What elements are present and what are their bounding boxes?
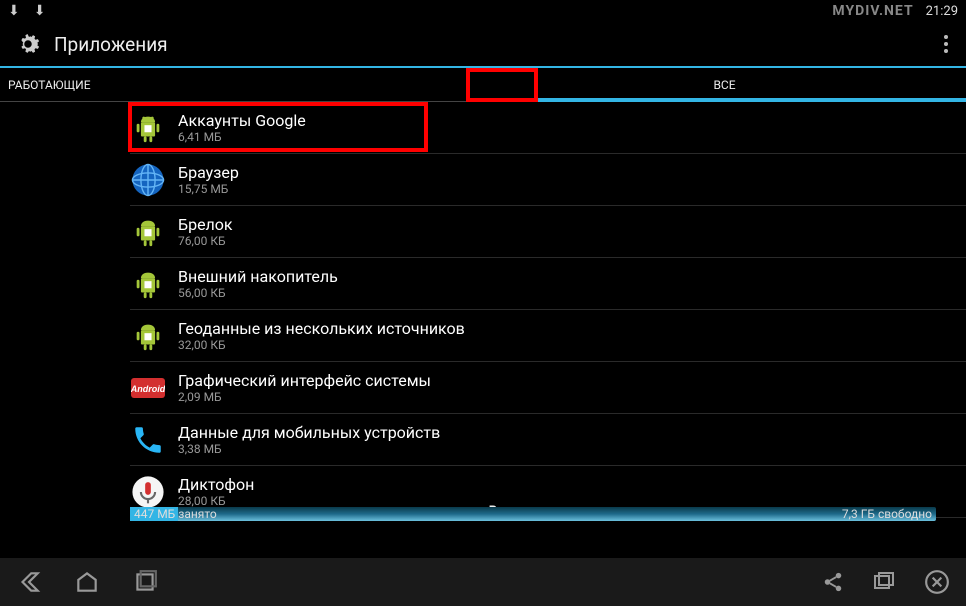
kitkat-app-icon: Android <box>130 370 166 406</box>
app-size: 56,00 КБ <box>178 286 338 300</box>
share-icon[interactable] <box>822 571 844 593</box>
android-app-icon <box>130 110 166 146</box>
recent-apps-icon[interactable] <box>132 569 158 595</box>
app-list[interactable]: Аккаунты Google 6,41 МБ Браузер 15,75 МБ… <box>0 102 966 522</box>
watermark-text: MYDIV.NET <box>832 3 913 19</box>
svg-text:Android: Android <box>131 384 165 394</box>
status-bar: ⬇ ⬇ MYDIV.NET 21:29 <box>0 0 966 22</box>
browser-app-icon <box>130 162 166 198</box>
phone-app-icon <box>130 422 166 458</box>
tab-bar: РАБОТАЮЩИЕ ВСЕ <box>0 68 966 102</box>
android-app-icon <box>130 214 166 250</box>
app-name: Внешний накопитель <box>178 267 338 286</box>
windows-icon[interactable] <box>872 570 896 594</box>
app-name: Брелок <box>178 215 233 234</box>
app-name: Геоданные из нескольких источников <box>178 319 465 338</box>
back-icon[interactable] <box>16 569 42 595</box>
app-name: Аккаунты Google <box>178 111 306 130</box>
page-title: Приложения <box>54 33 168 56</box>
storage-track: 447 МБ занято 7,3 ГБ свободно <box>130 507 936 521</box>
app-row[interactable]: Android Графический интерфейс системы 2,… <box>130 362 966 414</box>
app-size: 2,09 МБ <box>178 390 431 404</box>
app-row[interactable]: Внешний накопитель 56,00 КБ <box>130 258 966 310</box>
app-size: 6,41 МБ <box>178 130 306 144</box>
app-name: Диктофон <box>178 475 254 494</box>
tab-running-label: РАБОТАЮЩИЕ <box>8 78 91 92</box>
download-icon: ⬇ <box>8 3 20 19</box>
app-size: 76,00 КБ <box>178 234 233 248</box>
android-app-icon <box>130 266 166 302</box>
app-name: Данные для мобильных устройств <box>178 423 440 442</box>
storage-indicator: Внутр. память 447 МБ занято 7,3 ГБ свобо… <box>130 504 936 536</box>
app-row[interactable]: Браузер 15,75 МБ <box>130 154 966 206</box>
download-icon: ⬇ <box>34 3 46 19</box>
app-size: 3,38 МБ <box>178 442 440 456</box>
android-app-icon <box>130 318 166 354</box>
action-bar: Приложения <box>0 22 966 68</box>
home-icon[interactable] <box>74 569 100 595</box>
settings-gear-icon[interactable] <box>12 28 44 60</box>
clock-text: 21:29 <box>926 4 958 19</box>
storage-free-text: 7,3 ГБ свободно <box>842 507 932 521</box>
tab-all[interactable]: ВСЕ <box>483 68 966 101</box>
tab-running[interactable]: РАБОТАЮЩИЕ <box>0 68 483 101</box>
app-row[interactable]: Брелок 76,00 КБ <box>130 206 966 258</box>
app-size: 15,75 МБ <box>178 182 239 196</box>
storage-used-text: 447 МБ занято <box>134 507 217 521</box>
overflow-menu-icon[interactable] <box>938 29 954 59</box>
app-size: 32,00 КБ <box>178 338 465 352</box>
app-row[interactable]: Данные для мобильных устройств 3,38 МБ <box>130 414 966 466</box>
navigation-bar <box>0 558 966 606</box>
app-name: Графический интерфейс системы <box>178 371 431 390</box>
app-name: Браузер <box>178 163 239 182</box>
close-icon[interactable] <box>924 569 950 595</box>
app-row[interactable]: Геоданные из нескольких источников 32,00… <box>130 310 966 362</box>
app-row[interactable]: Аккаунты Google 6,41 МБ <box>130 102 966 154</box>
tab-all-label: ВСЕ <box>713 78 735 92</box>
